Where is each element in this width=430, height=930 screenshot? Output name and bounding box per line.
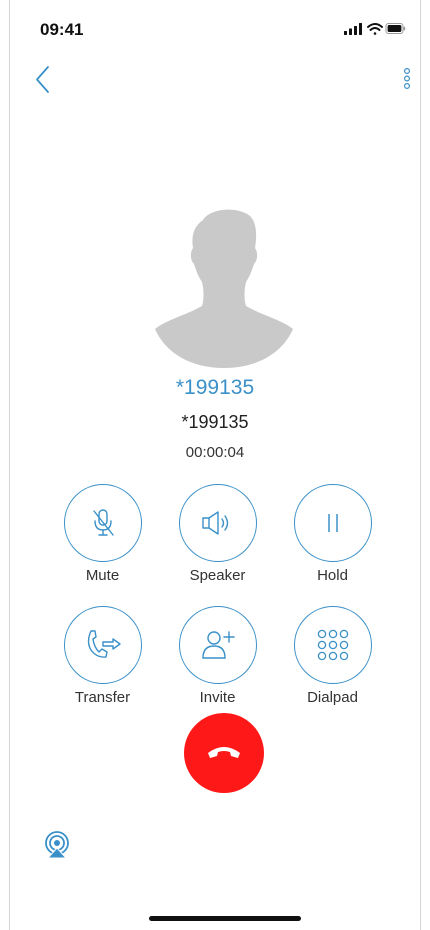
invite-circle bbox=[178, 606, 257, 684]
transfer-button[interactable]: Transfer bbox=[45, 606, 160, 706]
speaker-button[interactable]: Speaker bbox=[160, 484, 275, 584]
battery-icon bbox=[385, 23, 406, 34]
vertical-dots-icon bbox=[403, 67, 411, 90]
airplay-button[interactable] bbox=[42, 830, 72, 860]
dialpad-label: Dialpad bbox=[307, 689, 358, 706]
call-controls: Mute Speaker Hold Transfer Invite Dialpa… bbox=[45, 484, 391, 706]
transfer-label: Transfer bbox=[74, 689, 131, 706]
more-options-button[interactable] bbox=[398, 66, 416, 96]
dialpad-icon bbox=[317, 629, 348, 661]
transfer-circle bbox=[63, 606, 142, 684]
wifi-icon bbox=[367, 23, 383, 35]
dialpad-button[interactable]: Dialpad bbox=[275, 606, 390, 706]
hold-button[interactable]: Hold bbox=[275, 484, 390, 584]
add-user-icon bbox=[201, 631, 235, 659]
invite-button[interactable]: Invite bbox=[160, 606, 275, 706]
mic-off-icon bbox=[92, 509, 114, 536]
hold-circle bbox=[293, 484, 372, 562]
end-call-icon bbox=[208, 747, 240, 758]
hold-label: Hold bbox=[317, 567, 348, 584]
dialpad-circle bbox=[293, 606, 372, 684]
status-icons bbox=[344, 22, 406, 38]
chevron-left-icon bbox=[36, 66, 49, 93]
speaker-icon bbox=[201, 511, 228, 535]
caller-number: *199135 bbox=[181, 412, 249, 432]
back-button[interactable] bbox=[32, 64, 56, 96]
status-bar: 09:41 bbox=[10, 0, 420, 56]
status-time: 09:41 bbox=[40, 20, 84, 39]
pause-icon bbox=[327, 514, 338, 532]
caller-display-name: *199135 bbox=[175, 376, 255, 399]
phone-transfer-icon bbox=[87, 630, 121, 658]
person-silhouette-icon bbox=[155, 209, 293, 368]
home-indicator bbox=[149, 916, 301, 921]
mute-button[interactable]: Mute bbox=[45, 484, 160, 584]
call-timer: 00:00:04 bbox=[185, 444, 245, 461]
mute-circle bbox=[63, 484, 142, 562]
speaker-circle bbox=[178, 484, 257, 562]
invite-label: Invite bbox=[199, 689, 236, 706]
avatar bbox=[154, 206, 294, 371]
mute-label: Mute bbox=[85, 567, 120, 584]
speaker-label: Speaker bbox=[189, 567, 246, 584]
cellular-signal-icon bbox=[344, 23, 362, 35]
airplay-icon bbox=[45, 831, 69, 859]
call-screen: 09:41 *199135 *199135 00:00:04 Mute Spea… bbox=[9, 0, 421, 930]
hangup-button[interactable] bbox=[184, 713, 264, 793]
